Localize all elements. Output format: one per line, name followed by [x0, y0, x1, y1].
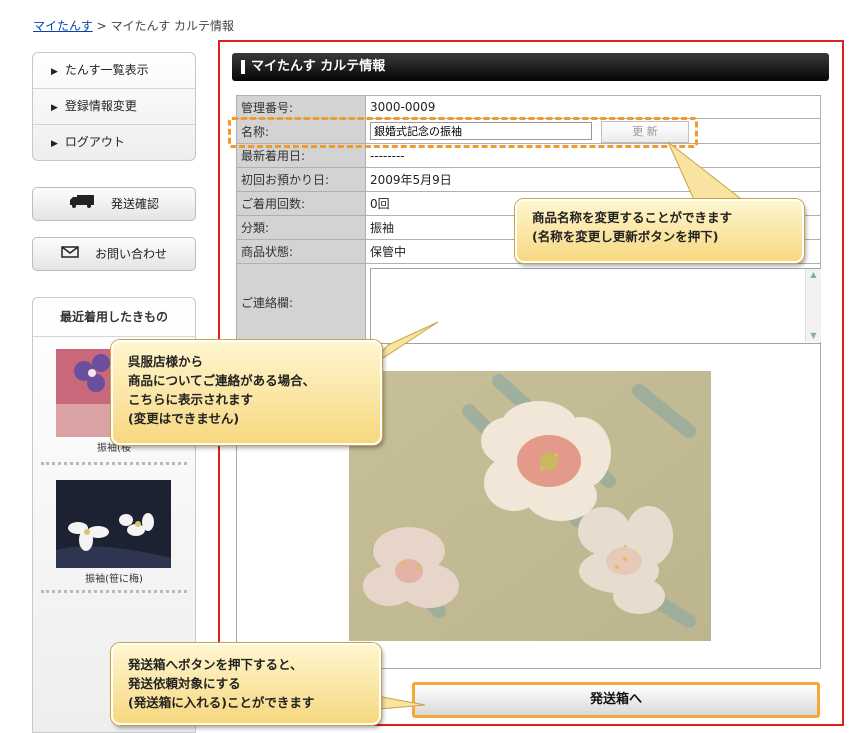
callout-line: 発送依頼対象にする [128, 676, 241, 691]
callout-line: (変更はできません) [128, 411, 240, 426]
callout-contact-note: 呉服店様から 商品についてご連絡がある場合、 こちらに表示されます (変更はでき… [111, 340, 382, 445]
callout-line: こちらに表示されます [128, 392, 254, 407]
callout-line: (名称を変更し更新ボタンを押下) [532, 229, 719, 244]
callout-line: 商品についてご連絡がある場合、 [128, 373, 316, 388]
callout-name-change: 商品名称を変更することができます (名称を変更し更新ボタンを押下) [515, 199, 804, 263]
callout-line: 商品名称を変更することができます [532, 210, 733, 225]
callout-line: 呉服店様から [128, 354, 204, 369]
callout-send-box: 発送箱へボタンを押下すると、 発送依頼対象にする (発送箱に入れる)ことができま… [111, 643, 381, 725]
callout-line: (発送箱に入れる)ことができます [128, 695, 315, 710]
callout-line: 発送箱へボタンを押下すると、 [128, 657, 303, 672]
